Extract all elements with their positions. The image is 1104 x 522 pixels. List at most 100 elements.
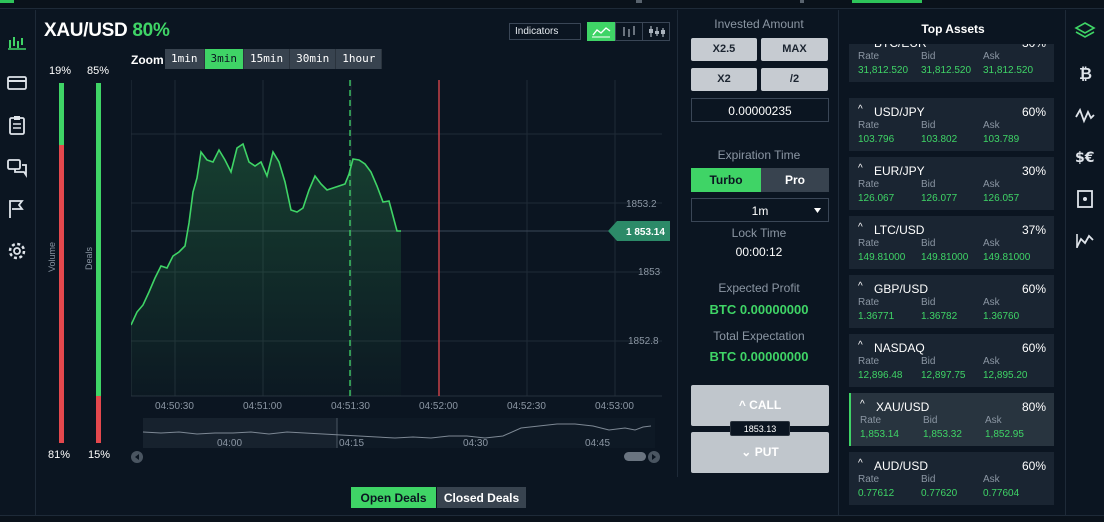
candle-chart-icon: [649, 26, 665, 37]
asset-bid: 31,812.520: [921, 65, 972, 76]
amount-input[interactable]: 0.00000235: [691, 98, 829, 122]
top-accent: [0, 0, 14, 3]
asset-card[interactable]: ^ LTC/USD 37% Rate Bid Ask 149.81000 149.81000 1…: [849, 216, 1054, 269]
duration-select[interactable]: 1m: [691, 198, 829, 222]
asset-ask: 103.789: [983, 134, 1020, 145]
price-chart[interactable]: 1853.2 1853 1852.8: [131, 80, 662, 400]
candle-chart-button[interactable]: [642, 22, 670, 41]
settings-icon[interactable]: [6, 240, 28, 262]
scrollbar-handle[interactable]: [624, 452, 646, 461]
zoom-1hour[interactable]: 1hour: [336, 49, 383, 69]
asset-ask: 12,895.20: [983, 370, 1028, 381]
zoom-selector: 1min 3min 15min 30min 1hour: [165, 49, 383, 69]
asset-rate: 0.77612: [858, 488, 895, 499]
line-chart-button[interactable]: [587, 22, 615, 41]
asset-bid: 0.77620: [921, 488, 958, 499]
asset-rate: 126.067: [858, 193, 895, 204]
asset-payout: 60%: [1021, 105, 1046, 119]
bar-chart-button[interactable]: [615, 22, 643, 41]
max-button[interactable]: MAX: [761, 38, 828, 61]
x-tick: 04:52:30: [507, 401, 546, 412]
assets-list[interactable]: ^ BTC/EUR 30% Rate Bid Ask 31,812.520 31,812.52…: [840, 44, 1066, 515]
asset-name: BTC/EUR: [874, 44, 927, 50]
line-chart-icon: [592, 27, 611, 38]
bid-header: Bid: [921, 238, 936, 249]
top-marker: [800, 0, 804, 3]
bid-header: Bid: [921, 120, 936, 131]
turbo-tab[interactable]: Turbo: [691, 168, 761, 192]
bid-header: Bid: [921, 297, 936, 308]
bottom-bar: [0, 515, 1104, 522]
asset-card[interactable]: ^ AUD/USD 60% Rate Bid Ask 0.77612 0.77620 0.776…: [849, 452, 1054, 505]
asset-name: EUR/JPY: [874, 164, 925, 178]
chart-bars-icon[interactable]: [6, 32, 28, 54]
ask-header: Ask: [983, 51, 1000, 62]
top-deposit-button[interactable]: [852, 0, 922, 3]
asset-card[interactable]: ^ USD/JPY 60% Rate Bid Ask 103.796 103.802 103.7…: [849, 98, 1054, 151]
trend-icon[interactable]: [1074, 230, 1096, 252]
rate-header: Rate: [858, 51, 880, 62]
x-tick: 04:53:00: [595, 401, 634, 412]
chevron-up-icon: ^: [858, 458, 863, 469]
nav-tick: 04:30: [463, 438, 488, 449]
svg-text:$€: $€: [1075, 150, 1094, 166]
x2-button[interactable]: X2: [691, 68, 757, 91]
chevron-up-icon: ^: [858, 222, 863, 233]
invested-label: Invested Amount: [714, 17, 804, 31]
volume-down-bar: [59, 145, 64, 443]
asset-card[interactable]: ^ GBP/USD 60% Rate Bid Ask 1.36771 1.36782 1.367…: [849, 275, 1054, 328]
flag-icon[interactable]: [6, 198, 28, 220]
left-nav: [0, 10, 36, 520]
ask-header: Ask: [983, 238, 1000, 249]
chevron-down-icon: [814, 208, 821, 213]
asset-card[interactable]: ^ NASDAQ 60% Rate Bid Ask 12,896.48 12,897.75 12…: [849, 334, 1054, 387]
asset-rate: 12,896.48: [858, 370, 903, 381]
asset-card[interactable]: ^ BTC/EUR 30% Rate Bid Ask 31,812.520 31,812.52…: [849, 44, 1054, 82]
asset-payout: 30%: [1021, 164, 1046, 178]
deals-bottom-percent: 15%: [88, 449, 111, 461]
open-deals-tab[interactable]: Open Deals: [351, 487, 436, 508]
clipboard-icon[interactable]: [6, 114, 28, 136]
asset-payout: 80%: [132, 20, 170, 41]
mid-price: 1853.13: [730, 421, 790, 436]
asset-name: GBP/USD: [874, 282, 929, 296]
rate-header: Rate: [858, 297, 880, 308]
ask-header: Ask: [983, 356, 1000, 367]
pro-tab[interactable]: Pro: [761, 168, 829, 192]
svg-text:₿: ₿: [1079, 64, 1092, 83]
indicators-dropdown[interactable]: Indicators: [509, 23, 581, 40]
rate-header: Rate: [858, 356, 880, 367]
duration-value: 1m: [751, 204, 769, 218]
asset-rate: 31,812.520: [858, 65, 909, 76]
asset-card[interactable]: ^ XAU/USD 80% Rate Bid Ask 1,853.14 1,853.32 1,8…: [849, 393, 1054, 446]
zoom-15min[interactable]: 15min: [244, 49, 291, 69]
x2-5-button[interactable]: X2.5: [691, 38, 757, 61]
asset-card[interactable]: ^ EUR/JPY 30% Rate Bid Ask 126.067 126.077 126.0…: [849, 157, 1054, 210]
chevron-up-icon: ^: [738, 398, 750, 412]
bar-chart-icon: [623, 26, 635, 37]
navigator[interactable]: 04:00 04:15 04:30 04:45: [131, 418, 661, 464]
half-button[interactable]: /2: [761, 68, 828, 91]
chat-icon[interactable]: [6, 156, 28, 178]
y-tick: 1853: [638, 267, 661, 278]
expiration-label: Expiration Time: [717, 148, 801, 162]
asset-name: AUD/USD: [874, 459, 929, 473]
activity-icon[interactable]: [1074, 104, 1096, 126]
closed-deals-tab[interactable]: Closed Deals: [437, 487, 526, 508]
call-button[interactable]: ^ CALL: [691, 385, 829, 426]
zoom-1min[interactable]: 1min: [165, 49, 205, 69]
currency-icon[interactable]: $€: [1074, 146, 1096, 168]
card-icon[interactable]: [6, 72, 28, 94]
expected-label: Expected Profit: [718, 281, 800, 295]
layers-icon[interactable]: [1074, 20, 1096, 42]
put-button[interactable]: ⌄ PUT: [691, 432, 829, 473]
bid-header: Bid: [921, 474, 936, 485]
asset-rate: 149.81000: [858, 252, 906, 263]
commodity-icon[interactable]: [1074, 188, 1096, 210]
zoom-30min[interactable]: 30min: [290, 49, 337, 69]
volume-up-bar: [59, 83, 64, 145]
zoom-label: Zoom: [131, 53, 164, 67]
zoom-3min[interactable]: 3min: [204, 49, 244, 69]
bitcoin-icon[interactable]: ₿: [1074, 62, 1096, 84]
chevron-up-icon: ^: [860, 399, 865, 410]
